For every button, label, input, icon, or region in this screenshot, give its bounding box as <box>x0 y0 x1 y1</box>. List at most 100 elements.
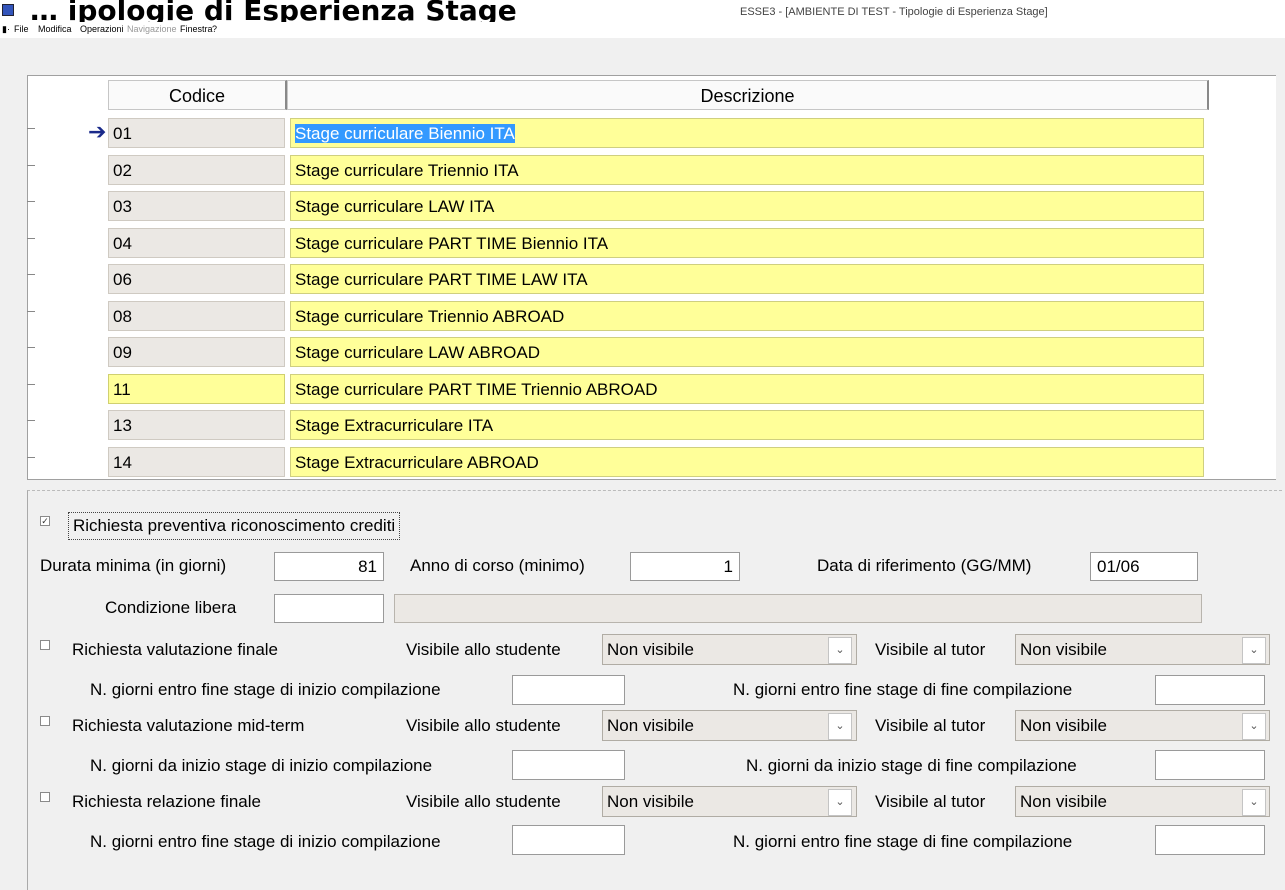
row-indicator-tick <box>27 201 35 202</box>
grid-cell-code[interactable]: 14 <box>108 447 285 477</box>
grid-cell-description-text: Stage curriculare PART TIME Triennio ABR… <box>295 380 658 399</box>
valutazione-finale-fine-label: N. giorni entro fine stage di fine compi… <box>733 680 1073 699</box>
menu-bar: ▮· File Modifica Operazioni Navigazione … <box>0 22 1285 38</box>
menu-file[interactable]: File <box>14 24 29 34</box>
menu-operazioni[interactable]: Operazioni <box>80 24 124 34</box>
grid-cell-description[interactable]: Stage curriculare PART TIME Biennio ITA <box>290 228 1204 258</box>
grid-cell-code[interactable]: 03 <box>108 191 285 221</box>
richiesta-preventiva-label[interactable]: Richiesta preventiva riconoscimento cred… <box>68 512 401 540</box>
relazione-finale-checkbox[interactable] <box>40 792 50 802</box>
chevron-down-icon[interactable]: ⌄ <box>828 637 852 664</box>
data-riferimento-field[interactable]: 01/06 <box>1090 552 1198 581</box>
data-riferimento-label: Data di riferimento (GG/MM) <box>817 556 1032 575</box>
grid-cell-description[interactable]: Stage curriculare LAW ABROAD <box>290 337 1204 367</box>
row-indicator-tick <box>27 457 35 458</box>
chevron-down-icon[interactable]: ⌄ <box>1242 637 1266 664</box>
grid-cell-description[interactable]: Stage Extracurriculare ABROAD <box>290 447 1204 477</box>
row-indicator-tick <box>27 238 35 239</box>
valutazione-finale-inizio-label: N. giorni entro fine stage di inizio com… <box>90 680 441 699</box>
valutazione-finale-fine-field[interactable] <box>1155 675 1265 705</box>
menu-help[interactable]: ? <box>212 24 217 34</box>
grid-cell-description[interactable]: Stage curriculare Biennio ITA <box>290 118 1204 148</box>
valutazione-finale-checkbox[interactable] <box>40 640 50 650</box>
valutazione-midterm-fine-label: N. giorni da inizio stage di fine compil… <box>746 756 1077 775</box>
condizione-libera-field[interactable] <box>274 594 384 623</box>
relazione-finale-fine-field[interactable] <box>1155 825 1265 855</box>
valutazione-midterm-tutor-label: Visibile al tutor <box>875 716 986 735</box>
menu-finestra[interactable]: Finestra <box>180 24 213 34</box>
grid-cell-code[interactable]: 01 <box>108 118 285 148</box>
condizione-libera-description <box>394 594 1202 623</box>
grid-cell-description[interactable]: Stage curriculare PART TIME Triennio ABR… <box>290 374 1204 404</box>
grid-cell-description-text: Stage Extracurriculare ABROAD <box>295 453 539 472</box>
valutazione-finale-inizio-field[interactable] <box>512 675 625 705</box>
grid-cell-code[interactable]: 02 <box>108 155 285 185</box>
relazione-finale-inizio-field[interactable] <box>512 825 625 855</box>
grid-cell-code[interactable]: 06 <box>108 264 285 294</box>
grid-cell-description-text: Stage curriculare Biennio ITA <box>295 124 515 143</box>
mdi-doc-icon[interactable]: ▮· <box>2 24 10 35</box>
column-header-codice[interactable]: Codice <box>108 80 287 110</box>
row-indicator-tick <box>27 274 35 275</box>
valutazione-midterm-checkbox[interactable] <box>40 716 50 726</box>
grid-cell-description-text: Stage curriculare Triennio ABROAD <box>295 307 565 326</box>
grid-cell-description-text: Stage curriculare PART TIME LAW ITA <box>295 270 588 289</box>
row-indicator-tick <box>27 347 35 348</box>
relazione-finale-fine-label: N. giorni entro fine stage di fine compi… <box>733 832 1073 851</box>
richiesta-preventiva-checkbox[interactable]: ✓ <box>40 516 50 526</box>
grid-cell-code[interactable]: 09 <box>108 337 285 367</box>
row-indicator-tick <box>27 384 35 385</box>
valutazione-midterm-studente-select[interactable]: Non visibile <box>602 710 857 741</box>
grid-cell-code[interactable]: 11 <box>108 374 285 404</box>
durata-minima-field[interactable]: 81 <box>274 552 384 581</box>
durata-minima-label: Durata minima (in giorni) <box>40 556 227 575</box>
row-indicator-tick <box>27 165 35 166</box>
valutazione-finale-studente-select[interactable]: Non visibile <box>602 634 857 665</box>
grid-cell-code[interactable]: 13 <box>108 410 285 440</box>
menu-navigazione[interactable]: Navigazione <box>127 24 177 34</box>
condizione-libera-label: Condizione libera <box>105 598 237 617</box>
valutazione-midterm-inizio-label: N. giorni da inizio stage di inizio comp… <box>90 756 433 775</box>
valutazione-midterm-fine-field[interactable] <box>1155 750 1265 780</box>
relazione-finale-studente-select[interactable]: Non visibile <box>602 786 857 817</box>
valutazione-midterm-studente-label: Visibile allo studente <box>406 716 561 735</box>
valutazione-finale-tutor-label: Visibile al tutor <box>875 640 986 659</box>
menu-modifica[interactable]: Modifica <box>38 24 72 34</box>
grid-cell-code[interactable]: 04 <box>108 228 285 258</box>
valutazione-midterm-tutor-select[interactable]: Non visibile <box>1015 710 1270 741</box>
grid-cell-description[interactable]: Stage curriculare Triennio ABROAD <box>290 301 1204 331</box>
relazione-finale-studente-label: Visibile allo studente <box>406 792 561 811</box>
chevron-down-icon[interactable]: ⌄ <box>828 789 852 816</box>
window-title: ESSE3 - [AMBIENTE DI TEST - Tipologie di… <box>740 6 1048 18</box>
anno-corso-label: Anno di corso (minimo) <box>410 556 585 575</box>
column-header-descrizione[interactable]: Descrizione <box>287 80 1209 110</box>
relazione-finale-tutor-label: Visibile al tutor <box>875 792 986 811</box>
grid-cell-description[interactable]: Stage curriculare LAW ITA <box>290 191 1204 221</box>
grid-cell-description-text: Stage curriculare LAW ITA <box>295 197 495 216</box>
grid-cell-description-text: Stage Extracurriculare ITA <box>295 416 494 435</box>
relazione-finale-tutor-select[interactable]: Non visibile <box>1015 786 1270 817</box>
chevron-down-icon[interactable]: ⌄ <box>1242 713 1266 740</box>
valutazione-midterm-inizio-field[interactable] <box>512 750 625 780</box>
relazione-finale-inizio-label: N. giorni entro fine stage di inizio com… <box>90 832 441 851</box>
valutazione-finale-tutor-select[interactable]: Non visibile <box>1015 634 1270 665</box>
anno-corso-field[interactable]: 1 <box>630 552 740 581</box>
grid-cell-description[interactable]: Stage curriculare PART TIME LAW ITA <box>290 264 1204 294</box>
row-indicator-tick <box>27 420 35 421</box>
row-indicator-tick <box>27 128 35 129</box>
vertical-scrollbar[interactable] <box>1276 75 1285 480</box>
grid-cell-description-text: Stage curriculare Triennio ITA <box>295 161 519 180</box>
grid-cell-description[interactable]: Stage curriculare Triennio ITA <box>290 155 1204 185</box>
grid-cell-description-text: Stage curriculare PART TIME Biennio ITA <box>295 234 609 253</box>
valutazione-finale-studente-label: Visibile allo studente <box>406 640 561 659</box>
app-icon <box>2 4 14 16</box>
grid-cell-code[interactable]: 08 <box>108 301 285 331</box>
grid-cell-description-text: Stage curriculare LAW ABROAD <box>295 343 541 362</box>
relazione-finale-label: Richiesta relazione finale <box>72 792 261 811</box>
valutazione-midterm-label: Richiesta valutazione mid-term <box>72 716 305 735</box>
row-indicator-tick <box>27 311 35 312</box>
right-arrow-icon: ➔ <box>88 119 107 144</box>
chevron-down-icon[interactable]: ⌄ <box>828 713 852 740</box>
chevron-down-icon[interactable]: ⌄ <box>1242 789 1266 816</box>
grid-cell-description[interactable]: Stage Extracurriculare ITA <box>290 410 1204 440</box>
